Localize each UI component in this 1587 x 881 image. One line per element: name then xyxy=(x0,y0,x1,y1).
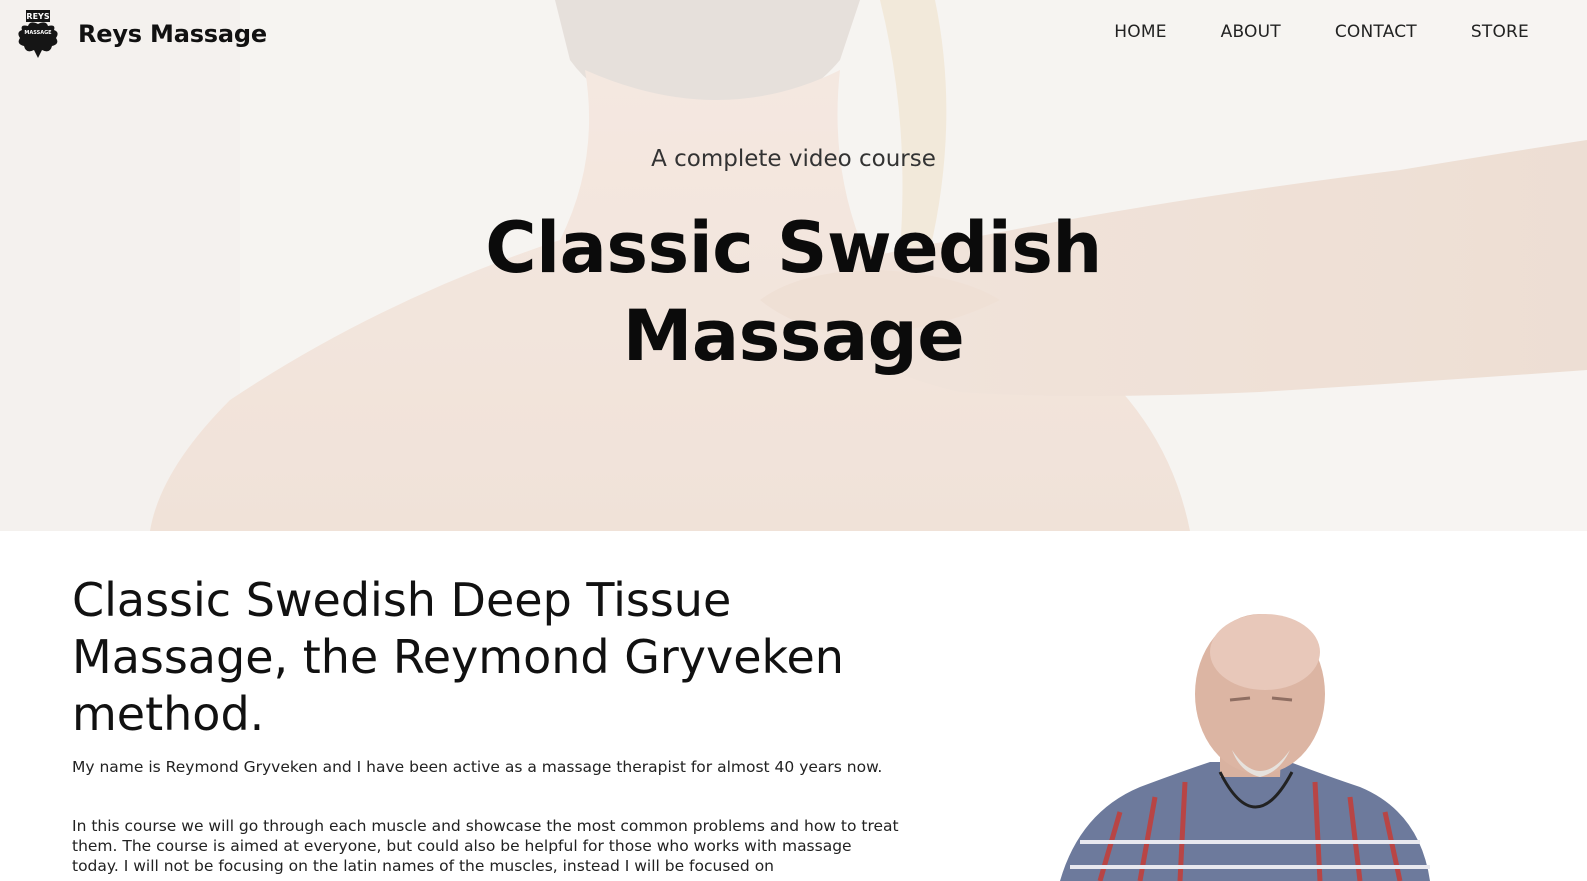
nav-store[interactable]: STORE xyxy=(1471,22,1529,42)
nav-home[interactable]: HOME xyxy=(1114,22,1166,42)
hero-title: Classic Swedish Massage xyxy=(0,204,1587,380)
instructor-portrait xyxy=(1060,614,1430,881)
course-heading: Classic Swedish Deep Tissue Massage, the… xyxy=(72,573,844,741)
hero-title-line1: Classic Swedish xyxy=(485,207,1102,289)
top-navbar: REYS MASSAGE Reys Massage HOME ABOUT CON… xyxy=(0,0,1587,68)
course-description: In this course we will go through each m… xyxy=(72,817,899,875)
main-menu: HOME ABOUT CONTACT STORE xyxy=(1114,22,1529,42)
hero-section: REYS MASSAGE Reys Massage HOME ABOUT CON… xyxy=(0,0,1587,531)
brand[interactable]: REYS MASSAGE Reys Massage xyxy=(12,8,267,60)
reys-massage-logo: REYS MASSAGE xyxy=(18,10,58,58)
svg-text:MASSAGE: MASSAGE xyxy=(24,30,52,36)
brand-name: Reys Massage xyxy=(78,20,267,48)
intro-paragraph: My name is Reymond Gryveken and I have b… xyxy=(72,758,883,776)
hero-title-line2: Massage xyxy=(622,295,965,377)
hero-subtitle: A complete video course xyxy=(651,146,936,172)
nav-contact[interactable]: CONTACT xyxy=(1335,22,1417,42)
svg-text:REYS: REYS xyxy=(26,12,49,21)
nav-about[interactable]: ABOUT xyxy=(1221,22,1281,42)
